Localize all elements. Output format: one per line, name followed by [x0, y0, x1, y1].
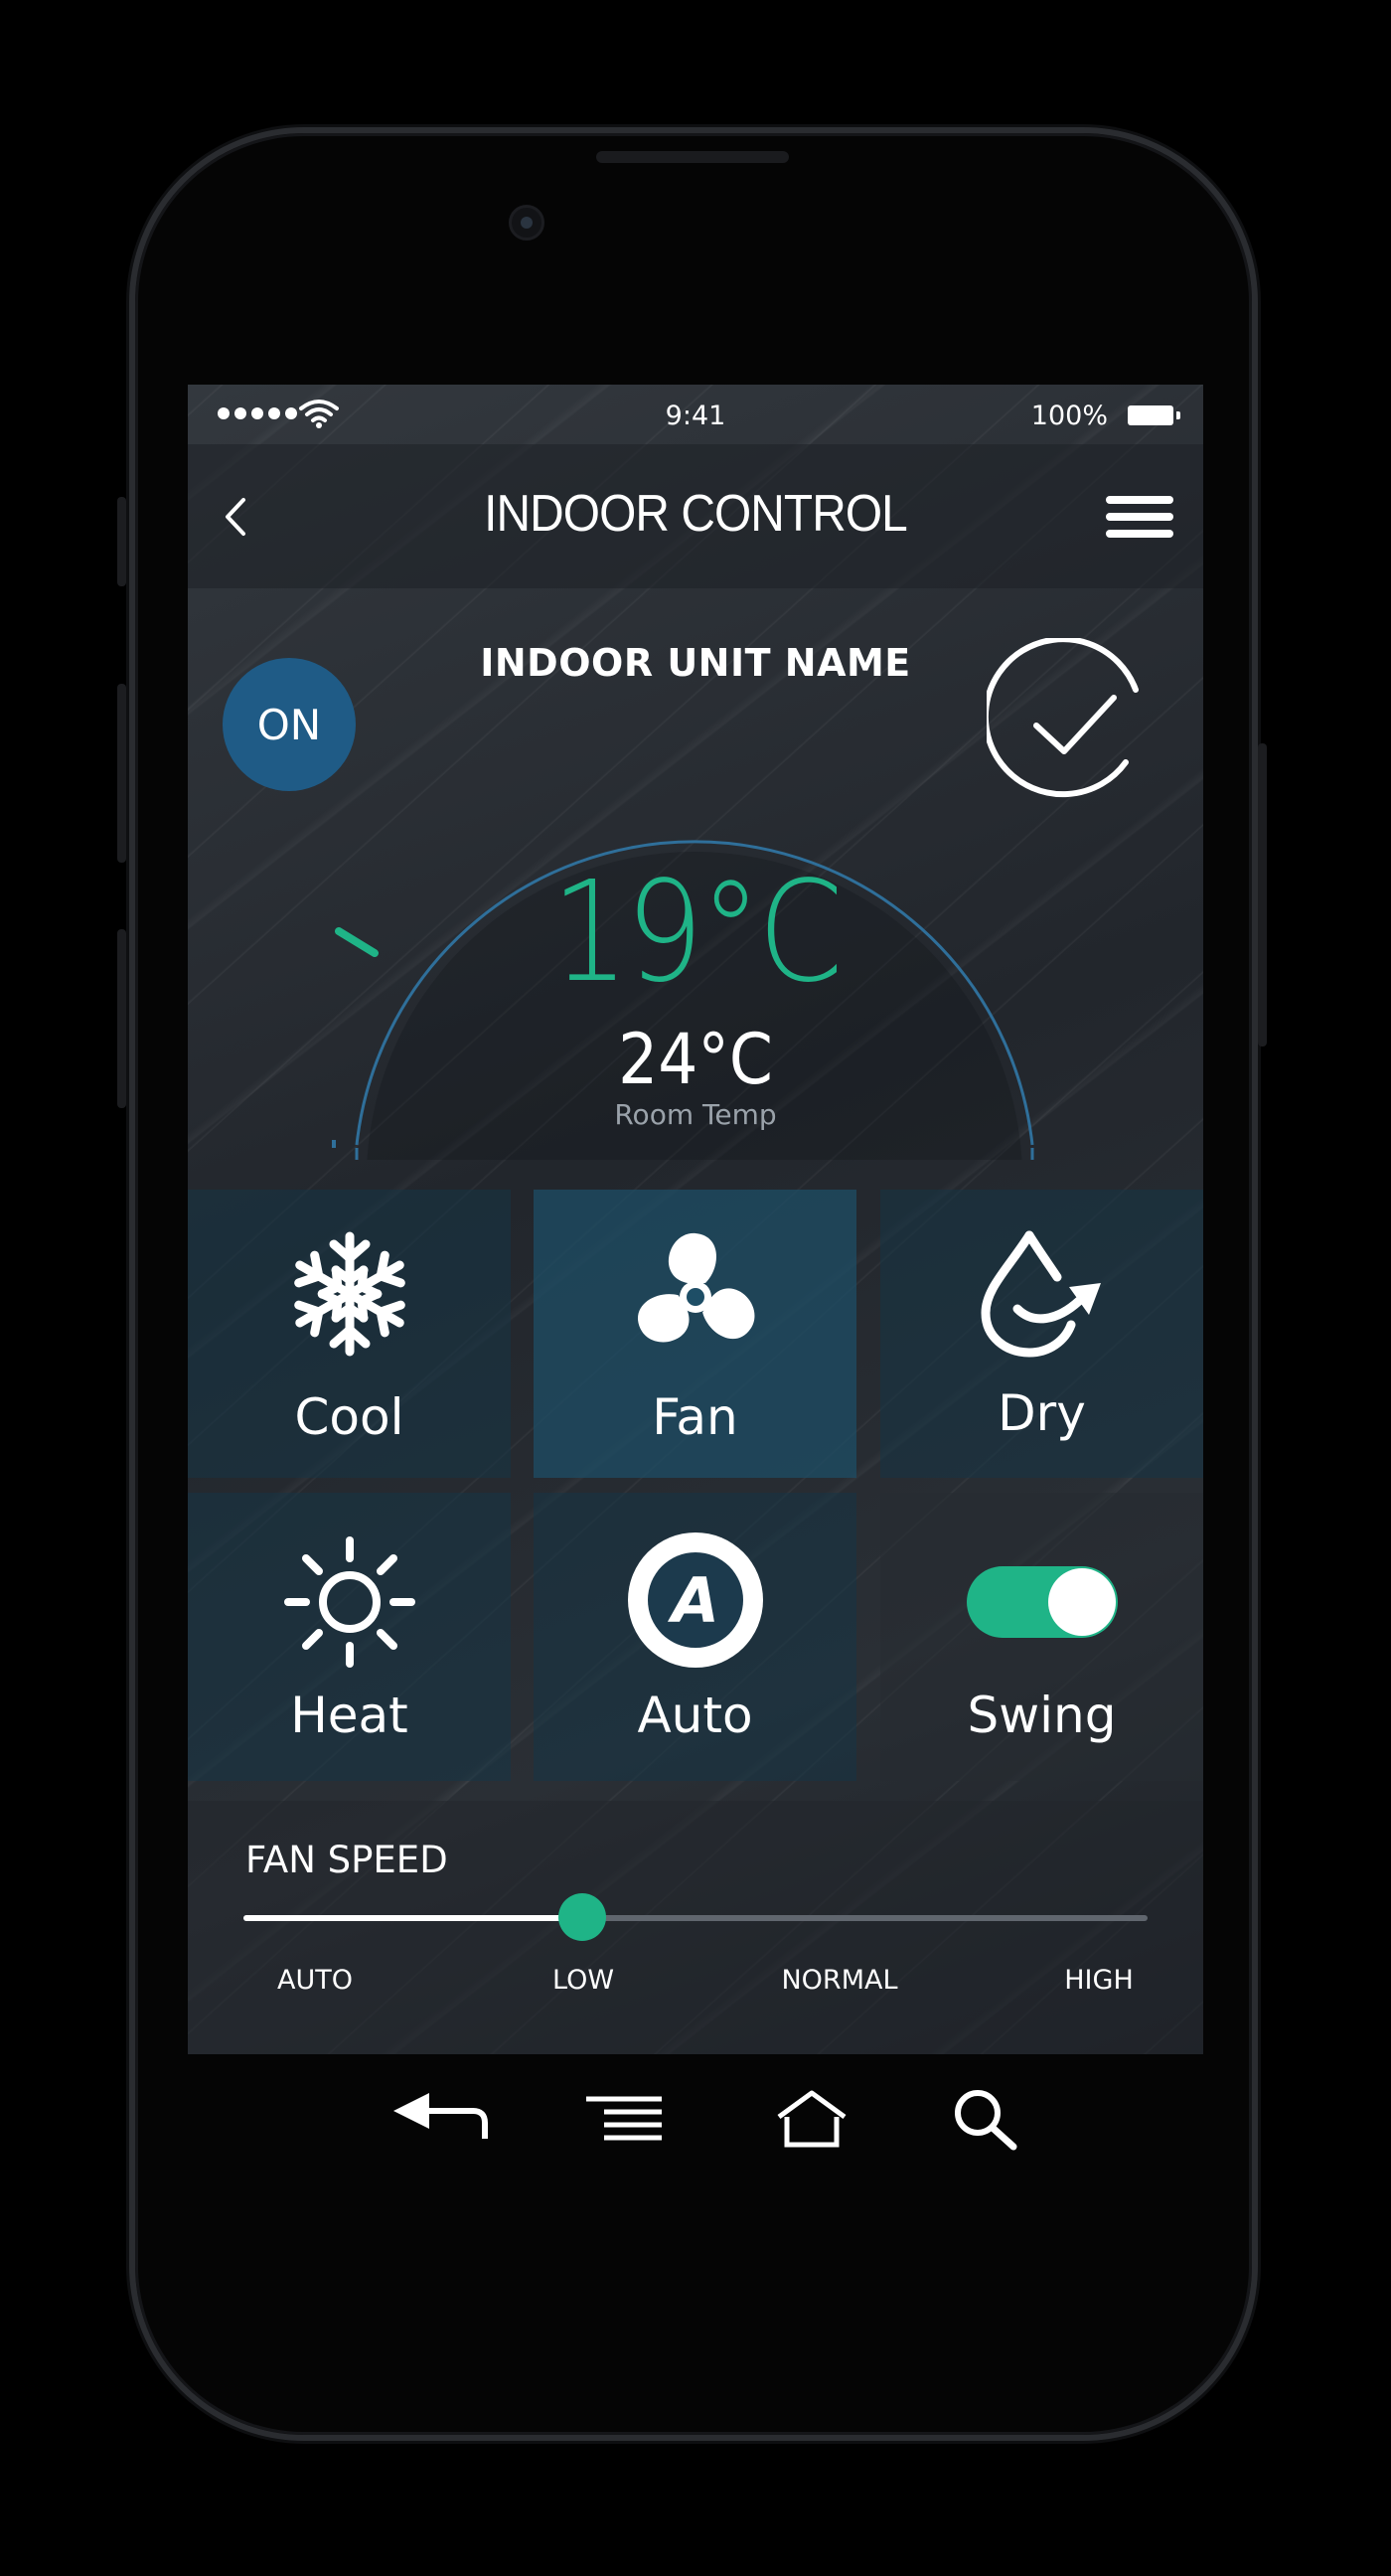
- swing-tile[interactable]: Swing: [880, 1493, 1203, 1781]
- mute-switch: [117, 497, 126, 586]
- snowflake-icon: [285, 1231, 414, 1359]
- fan-speed-panel: FAN SPEED AUTO LOW NORMAL HIGH: [188, 1801, 1203, 2054]
- mode-cool-label: Cool: [294, 1388, 404, 1446]
- room-temp-label: Room Temp: [614, 1098, 777, 1131]
- earpiece-speaker: [596, 151, 789, 163]
- checkmark-circle-icon[interactable]: [987, 638, 1158, 809]
- setpoint-temperature: 19°C: [550, 852, 844, 1014]
- page-title: INDOOR CONTROL: [484, 485, 908, 543]
- power-label: ON: [256, 700, 322, 749]
- battery-icon: [1128, 405, 1180, 425]
- front-camera: [509, 205, 544, 241]
- app-screen: 9:41 100% INDOOR CONTROL INDOOR UNIT NAM…: [188, 385, 1203, 2054]
- nav-bar: INDOOR CONTROL: [188, 444, 1203, 588]
- mode-fan-tile[interactable]: Fan: [534, 1190, 856, 1478]
- swing-label: Swing: [967, 1687, 1117, 1744]
- power-side-button: [1258, 743, 1267, 1046]
- mode-auto-label: Auto: [637, 1687, 753, 1744]
- fan-speed-high[interactable]: HIGH: [1064, 1965, 1134, 1996]
- sun-icon: [283, 1536, 415, 1668]
- home-icon[interactable]: [775, 2089, 849, 2149]
- mode-cool-tile[interactable]: Cool: [188, 1190, 511, 1478]
- slider-thumb[interactable]: [558, 1893, 607, 1941]
- mode-dry-label: Dry: [998, 1384, 1086, 1442]
- fan-speed-slider[interactable]: [243, 1893, 1148, 1941]
- auto-a-icon: A: [627, 1532, 763, 1668]
- volume-up-button: [117, 684, 126, 863]
- search-icon[interactable]: [952, 2087, 1017, 2151]
- back-arrow-icon[interactable]: [389, 2087, 493, 2147]
- svg-text:A: A: [667, 1564, 719, 1637]
- fan-speed-title: FAN SPEED: [245, 1839, 448, 1881]
- mode-heat-label: Heat: [290, 1687, 408, 1744]
- hamburger-menu-icon[interactable]: [1106, 496, 1173, 542]
- toggle-switch-icon[interactable]: [965, 1562, 1120, 1642]
- status-bar: 9:41 100%: [188, 385, 1203, 444]
- volume-down-button: [117, 929, 126, 1108]
- fan-speed-normal[interactable]: NORMAL: [781, 1965, 897, 1996]
- list-icon[interactable]: [586, 2095, 662, 2147]
- room-temperature: 24°C: [618, 1019, 773, 1100]
- system-nav-bar: [0, 2087, 1391, 2157]
- mode-auto-tile[interactable]: A Auto: [534, 1493, 856, 1781]
- droplet-icon: [980, 1230, 1101, 1358]
- fan-icon: [637, 1232, 754, 1343]
- battery-percent: 100%: [1030, 401, 1108, 431]
- fan-speed-low[interactable]: LOW: [552, 1965, 614, 1996]
- mode-dry-tile[interactable]: Dry: [880, 1190, 1203, 1478]
- mode-fan-label: Fan: [652, 1388, 738, 1446]
- mode-heat-tile[interactable]: Heat: [188, 1493, 511, 1781]
- fan-speed-auto[interactable]: AUTO: [277, 1965, 353, 1996]
- slider-fill: [243, 1915, 583, 1921]
- power-toggle-button[interactable]: ON: [223, 658, 356, 791]
